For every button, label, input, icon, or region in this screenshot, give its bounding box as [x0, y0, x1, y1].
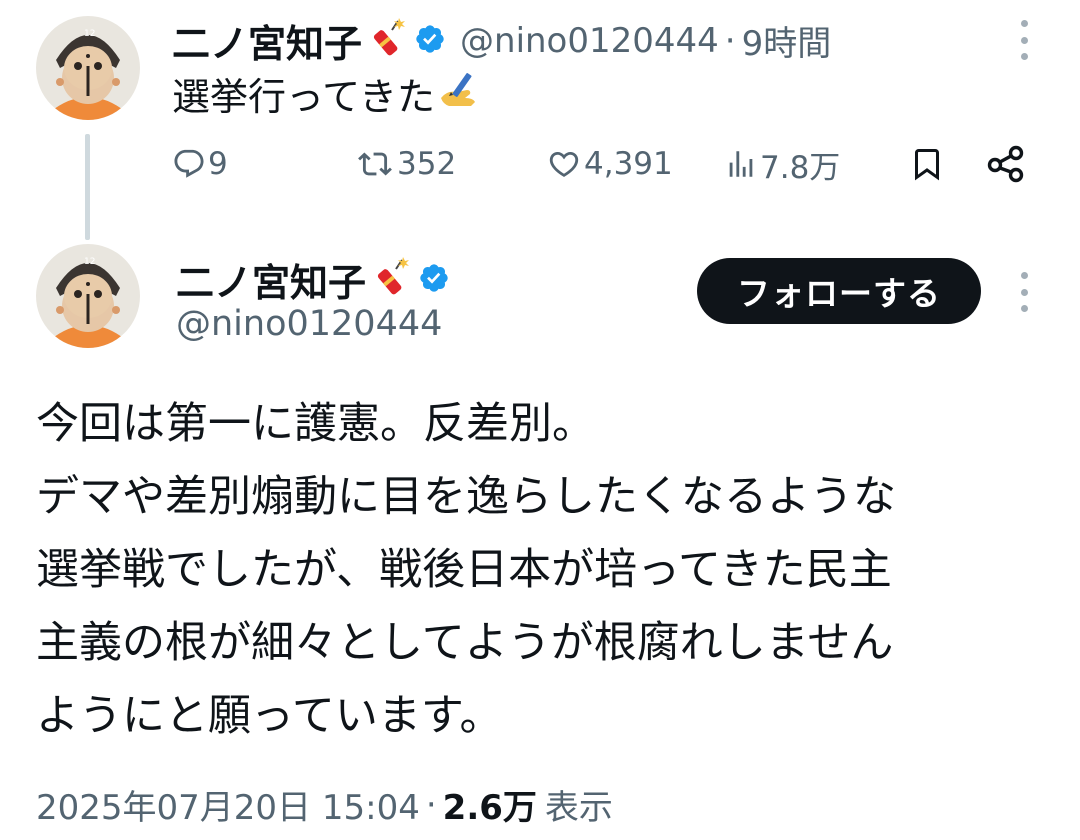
retweet-icon: [358, 152, 392, 176]
more-vertical-icon: [1020, 272, 1028, 279]
retweet-count: 352: [397, 146, 457, 182]
firecracker-icon: [368, 256, 410, 303]
avatar[interactable]: 12: [36, 244, 140, 348]
more-vertical-icon: [1020, 20, 1028, 27]
reply-button[interactable]: 9: [172, 140, 228, 188]
main-tweet-text: 今回は第一に護憲。反差別。 デマや差別煽動に目を逸らしたくなるような 選挙戦でし…: [36, 388, 1046, 753]
share-button[interactable]: [986, 140, 1026, 188]
reply-count: 9: [208, 146, 228, 182]
reply-tweet-text: 選挙行ってきた: [172, 66, 483, 121]
tweet-text-line: デマや差別煽動に目を逸らしたくなるような: [36, 472, 896, 522]
comment-icon: [174, 149, 204, 178]
writing-hand-icon: [437, 68, 483, 119]
author-handle[interactable]: @nino0120444: [460, 21, 719, 61]
verified-badge-icon[interactable]: [414, 23, 446, 59]
thread-connector-line: [85, 134, 90, 240]
bar-chart-icon: [729, 151, 753, 177]
separator-dot: ·: [724, 20, 736, 61]
tweet-text-line: 今回は第一に護憲。反差別。: [36, 399, 595, 449]
follow-button[interactable]: フォローする: [697, 258, 981, 324]
tweet-text-line: 選挙戦でしたが、戦後日本が培ってきた民主: [36, 545, 892, 595]
like-count: 4,391: [584, 146, 673, 182]
reply-tweet-text-content: 選挙行ってきた: [172, 75, 435, 119]
tweet-timestamp[interactable]: 2025年07月20日 15:04: [36, 780, 420, 829]
avatar[interactable]: 12: [36, 16, 140, 120]
svg-text:12: 12: [84, 257, 95, 267]
svg-text:12: 12: [84, 29, 95, 39]
author-display-name[interactable]: 二ノ宮知子: [172, 13, 362, 68]
tweet-meta-row: 2025年07月20日 15:04 · 2.6万 表示: [36, 780, 613, 829]
main-author-row: 二ノ宮知子: [176, 252, 450, 307]
bookmark-button[interactable]: [909, 140, 945, 188]
verified-badge-icon[interactable]: [418, 262, 450, 298]
retweet-button[interactable]: 352: [355, 140, 456, 188]
more-options-button[interactable]: [1014, 270, 1034, 314]
tweet-time-ago[interactable]: 9時間: [742, 16, 832, 65]
tweet-text-line: ようにと願っています。: [36, 691, 503, 741]
bookmark-icon: [915, 149, 939, 181]
firecracker-icon: [364, 17, 406, 64]
views-count: 7.8万: [760, 149, 841, 186]
separator-dot: ·: [425, 784, 437, 825]
tweet-views-label: 表示: [544, 788, 613, 828]
more-options-button[interactable]: [1014, 18, 1034, 62]
reply-author-row: 二ノ宮知子 @nino0120444 · 9時間: [172, 13, 831, 68]
like-button[interactable]: 4,391: [546, 140, 673, 188]
heart-icon: [549, 151, 579, 177]
author-display-name[interactable]: 二ノ宮知子: [176, 252, 366, 307]
share-icon: [987, 145, 1024, 183]
tweet-views-count: 2.6万: [442, 788, 537, 828]
views-button[interactable]: 7.8万: [724, 140, 840, 188]
tweet-text-line: 主義の根が細々としてようが根腐れしません: [36, 618, 894, 668]
author-handle[interactable]: @nino0120444: [176, 304, 442, 344]
